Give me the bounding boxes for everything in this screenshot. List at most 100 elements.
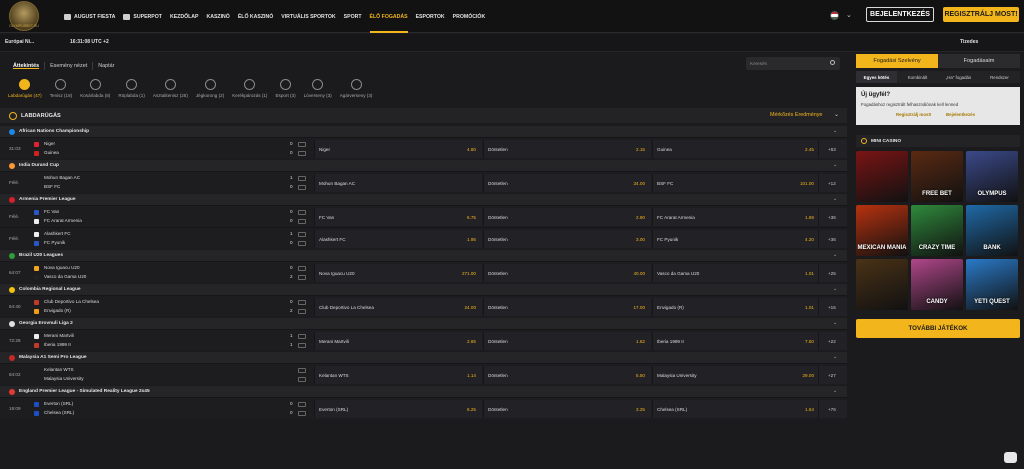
stats-icon[interactable]: [298, 402, 306, 407]
odd-button-draw[interactable]: Döntetlen 3.00: [483, 230, 651, 248]
odd-button-away[interactable]: Vasco da Gama U20 1.01: [652, 264, 820, 282]
stats-icon[interactable]: [298, 309, 306, 314]
match-row[interactable]: Félé. FC Van 0 FC Ararat Armenia 0 FC Van 6.75…: [0, 205, 847, 227]
odd-button-draw[interactable]: Döntetlen 17.00: [483, 298, 651, 316]
odd-button-draw[interactable]: Döntetlen 2.15: [483, 140, 651, 158]
chevron-down-icon[interactable]: ⌄: [846, 11, 852, 19]
tab-my-bets[interactable]: Fogadásaim: [938, 54, 1020, 68]
sport-filter-5[interactable]: Jégkorong (2): [192, 79, 228, 105]
more-markets-button[interactable]: +25: [818, 264, 847, 282]
olympus-game-icon[interactable]: OLYMPUS: [966, 151, 1018, 202]
stats-icon[interactable]: [298, 377, 306, 382]
tab-single[interactable]: Egyes kötés: [856, 71, 897, 83]
odd-button-away[interactable]: Iberia 1999 II 7.50: [652, 332, 820, 350]
stats-icon[interactable]: [298, 176, 306, 181]
league-header[interactable]: Colombia Regional League ⌄: [0, 283, 847, 295]
odd-button-away[interactable]: Chelsea (SRL) 1.64: [652, 400, 820, 418]
nav-item-0[interactable]: AUGUST FIESTA: [60, 0, 119, 33]
odd-button-home[interactable]: Kelantan WTS 1.14: [314, 366, 482, 384]
nav-item-9[interactable]: PROMÓCIÓK: [449, 0, 490, 33]
nav-item-2[interactable]: KEZDŐLAP: [166, 0, 203, 33]
nav-item-1[interactable]: SUPERPOT: [119, 0, 166, 33]
stats-icon[interactable]: [298, 300, 306, 305]
more-markets-button[interactable]: +22: [818, 332, 847, 350]
roulette-game-icon[interactable]: [856, 151, 908, 202]
chevron-down-icon[interactable]: ⌄: [833, 320, 837, 326]
odd-button-home[interactable]: Nova Iguacu U20 271.00: [314, 264, 482, 282]
more-markets-button[interactable]: +76: [818, 400, 847, 418]
more-games-button[interactable]: TOVÁBBI JÁTÉKOK: [856, 319, 1020, 338]
stats-icon[interactable]: [298, 241, 306, 246]
chevron-down-icon[interactable]: ⌄: [833, 388, 837, 394]
chevron-down-icon[interactable]: ⌄: [833, 162, 837, 168]
match-row[interactable]: 19:09 Everton (SRL) 0 Chelsea (SRL) 0 Everton…: [0, 397, 847, 419]
more-markets-button[interactable]: +27: [818, 366, 847, 384]
match-row[interactable]: 72:28 Merani Martvili 1 Iberia 1999 II 1 Mera…: [0, 329, 847, 351]
candy-game-icon[interactable]: CANDY: [911, 259, 963, 310]
odd-button-away[interactable]: Envigado (R) 1.01: [652, 298, 820, 316]
tab-if-bet[interactable]: „Ha” fogadás: [938, 75, 979, 80]
odd-button-draw[interactable]: Döntetlen 1.62: [483, 332, 651, 350]
more-markets-button[interactable]: +12: [818, 174, 847, 192]
sport-filter-4[interactable]: Asztalitenisz (25): [149, 79, 192, 105]
sport-filter-1[interactable]: Tenisz (18): [46, 79, 76, 105]
register-button[interactable]: REGISZTRÁLJ MOST!: [943, 7, 1019, 22]
chevron-down-icon[interactable]: ⌄: [833, 354, 837, 360]
match-row[interactable]: Félé. Alashkert FC 1 FC Pyunik 0 Alashkert FC…: [0, 227, 847, 249]
sport-filter-8[interactable]: Lóverseny (3): [300, 79, 336, 105]
chevron-down-icon[interactable]: ⌄: [834, 111, 839, 118]
match-row[interactable]: 64:07 Nova Iguacu U20 0 Vasco da Gama U20 2 N…: [0, 261, 847, 283]
stats-icon[interactable]: [298, 232, 306, 237]
odd-button-away[interactable]: Malaysia University 29.00: [652, 366, 820, 384]
book-game-icon[interactable]: [856, 259, 908, 310]
stats-icon[interactable]: [298, 151, 306, 156]
match-row[interactable]: 84:02 Kelantan WTS Malaysia University Kela…: [0, 363, 847, 385]
sport-filter-6[interactable]: Kerékpározás (1): [228, 79, 271, 105]
login-link[interactable]: Bejelentkezés: [946, 112, 975, 117]
odd-button-away[interactable]: FC Pyunik 4.20: [652, 230, 820, 248]
bank-game-icon[interactable]: BANK: [966, 205, 1018, 256]
nav-item-7[interactable]: ÉLŐ FOGADÁS: [366, 0, 412, 33]
search-box[interactable]: Keresés: [746, 57, 840, 70]
tab-combi[interactable]: Kombinált: [897, 75, 938, 80]
language-flag-icon[interactable]: [830, 11, 839, 20]
odd-button-home[interactable]: Niger 4.80: [314, 140, 482, 158]
odd-button-away[interactable]: FC Ararat Armenia 1.69: [652, 208, 820, 226]
login-button[interactable]: BEJELENTKEZÉS: [866, 7, 934, 22]
chevron-down-icon[interactable]: ⌄: [833, 196, 837, 202]
stats-icon[interactable]: [298, 210, 306, 215]
tab-betslip[interactable]: Fogadási Szelvény: [856, 54, 938, 68]
mexican-mania-game-icon[interactable]: MEXICAN MANIA: [856, 205, 908, 256]
stats-icon[interactable]: [298, 411, 306, 416]
league-header[interactable]: African Nations Championship ⌄: [0, 125, 847, 137]
view-tab-0[interactable]: Áttekintés: [8, 61, 46, 70]
crazy-time-game-icon[interactable]: CRAZY TIME: [911, 205, 963, 256]
chevron-down-icon[interactable]: ⌄: [833, 128, 837, 134]
yeti-game-icon[interactable]: YETI QUEST: [966, 259, 1018, 310]
odd-button-home[interactable]: Everton (SRL) 6.25: [314, 400, 482, 418]
match-row[interactable]: 31:03 Niger 0 Guinea 0 Niger 4.80 Döntetlen 2.15…: [0, 137, 847, 159]
nav-item-6[interactable]: SPORT: [340, 0, 366, 33]
league-header[interactable]: Georgia Erovnuli Liga 2 ⌄: [0, 317, 847, 329]
odd-button-draw[interactable]: Döntetlen 34.00: [483, 174, 651, 192]
odd-button-home[interactable]: Merani Martvili 2.85: [314, 332, 482, 350]
chevron-down-icon[interactable]: ⌄: [833, 252, 837, 258]
sport-filter-2[interactable]: Kosárlabda (8): [76, 79, 114, 105]
odd-button-home[interactable]: Alashkert FC 1.95: [314, 230, 482, 248]
odd-button-home[interactable]: FC Van 6.75: [314, 208, 482, 226]
more-markets-button[interactable]: +36: [818, 208, 847, 226]
sport-filter-0[interactable]: Labdarúgás (47): [4, 79, 46, 105]
league-header[interactable]: India Durand Cup ⌄: [0, 159, 847, 171]
more-markets-button[interactable]: +63: [818, 140, 847, 158]
blackjack-game-icon[interactable]: FREE BET: [911, 151, 963, 202]
match-row[interactable]: Félé. Mohun Bagan AC 1 BSF FC 0 Mohun Bagan A…: [0, 171, 847, 193]
league-header[interactable]: Malaysia A1 Semi Pro League ⌄: [0, 351, 847, 363]
odd-button-away[interactable]: Guinea 2.45: [652, 140, 820, 158]
chevron-down-icon[interactable]: ⌄: [833, 286, 837, 292]
more-markets-button[interactable]: +36: [818, 230, 847, 248]
odd-button-away[interactable]: BSF FC 101.00: [652, 174, 820, 192]
odds-format-selector[interactable]: Tizedes: [960, 39, 978, 45]
odd-button-home[interactable]: Mohun Bagan AC: [314, 174, 482, 192]
search-input[interactable]: Keresés: [750, 61, 767, 66]
market-selector[interactable]: Mérkőzés Eredménye: [770, 112, 822, 118]
